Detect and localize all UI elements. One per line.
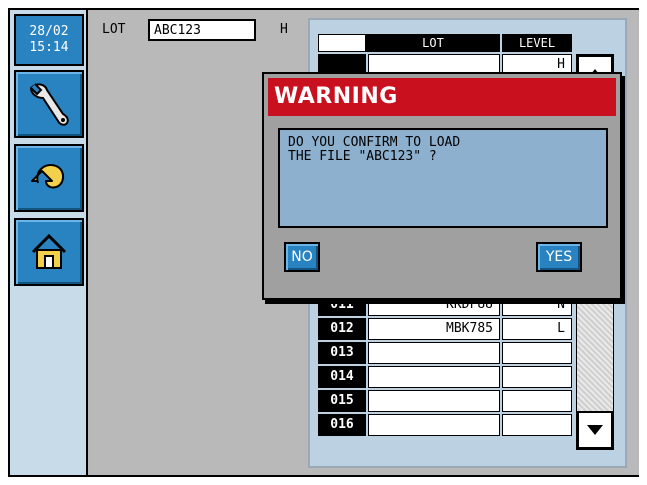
wrench-icon xyxy=(29,83,69,126)
row-number: 015 xyxy=(318,390,366,412)
row-level xyxy=(502,414,572,436)
lot-input[interactable]: ABC123 xyxy=(148,19,256,41)
row-number: 012 xyxy=(318,318,366,340)
table-row[interactable]: 013 xyxy=(318,342,572,364)
undo-arrow-icon xyxy=(31,164,64,189)
no-button[interactable]: NO xyxy=(284,242,320,272)
row-lot xyxy=(368,414,500,436)
arrow-down-icon xyxy=(587,425,603,435)
row-level xyxy=(502,342,572,364)
table-row[interactable]: 014 xyxy=(318,366,572,388)
table-row[interactable]: 015 xyxy=(318,390,572,412)
row-number: 016 xyxy=(318,414,366,436)
scroll-down-button[interactable] xyxy=(577,411,613,449)
clock-display: 28/02 15:14 xyxy=(14,14,84,66)
mode-indicator: H xyxy=(280,22,288,37)
dialog-message-line-2: THE FILE "ABC123" ? xyxy=(288,149,437,164)
column-header-lot: LOT xyxy=(366,34,500,52)
clock-date: 28/02 xyxy=(29,24,69,39)
back-button[interactable] xyxy=(14,144,84,212)
row-level xyxy=(502,366,572,388)
row-number: 013 xyxy=(318,342,366,364)
row-lot xyxy=(368,390,500,412)
dialog-message-line-1: DO YOU CONFIRM TO LOAD xyxy=(288,135,461,150)
row-number: 014 xyxy=(318,366,366,388)
home-icon xyxy=(31,233,67,269)
table-row[interactable]: 016 xyxy=(318,414,572,436)
home-button[interactable] xyxy=(14,218,84,286)
row-level xyxy=(502,390,572,412)
yes-button[interactable]: YES xyxy=(536,242,582,272)
table-header-corner xyxy=(318,34,366,52)
dialog-title: WARNING xyxy=(268,78,616,116)
row-level: L xyxy=(502,318,572,340)
main-panel: LOT ABC123 H LOT LEVEL H N L H N L H N L… xyxy=(90,10,639,475)
screen-frame: 28/02 15:14 LOT ABC123 H LOT LEVEL H 011… xyxy=(8,8,639,477)
row-lot xyxy=(368,366,500,388)
table-row[interactable]: 012 MBK785 L xyxy=(318,318,572,340)
dialog-message: DO YOU CONFIRM TO LOAD THE FILE "ABC123" … xyxy=(278,128,608,228)
row-lot: MBK785 xyxy=(368,318,500,340)
sidebar: 28/02 15:14 xyxy=(10,10,88,475)
clock-time: 15:14 xyxy=(29,40,69,55)
column-header-level: LEVEL xyxy=(502,34,572,52)
settings-button[interactable] xyxy=(14,70,84,138)
warning-dialog: WARNING DO YOU CONFIRM TO LOAD THE FILE "… xyxy=(262,72,622,300)
lot-label: LOT xyxy=(102,22,126,37)
row-lot xyxy=(368,342,500,364)
